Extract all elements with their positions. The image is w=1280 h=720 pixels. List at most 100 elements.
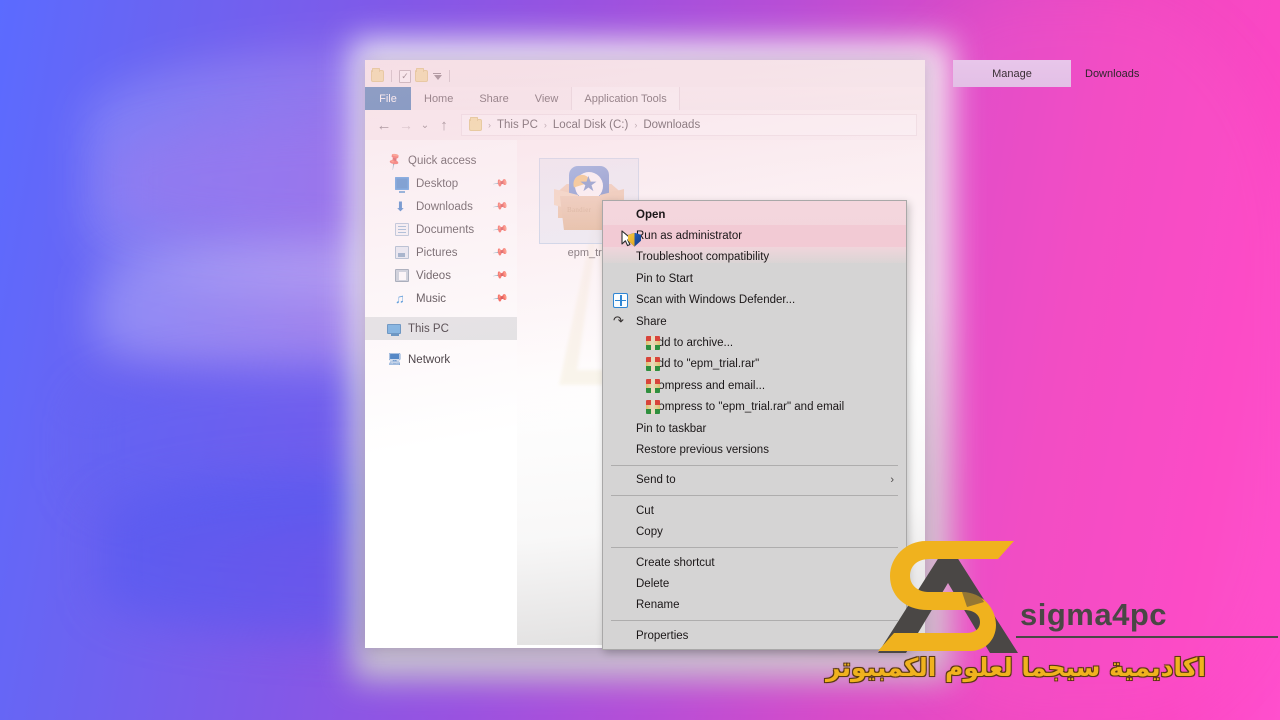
recent-locations-button[interactable]: ⌄	[417, 113, 433, 137]
window-title: Downloads	[1071, 60, 1280, 87]
menu-item-label: Troubleshoot compatibility	[636, 251, 770, 264]
winrar-icon	[646, 357, 660, 372]
menu-item-label: Run as administrator	[636, 230, 743, 243]
contextual-tab-group-manage[interactable]: Manage	[953, 60, 1071, 87]
sidebar-item-quick-access[interactable]: 📌 Quick access	[365, 149, 517, 172]
sidebar-item-downloads[interactable]: ⬇ Downloads 📌	[365, 195, 517, 218]
menu-item-compress-to-rar-and-email[interactable]: Compress to "epm_trial.rar" and email	[603, 397, 906, 418]
tab-home[interactable]: Home	[411, 87, 466, 110]
tab-application-tools[interactable]: Application Tools	[571, 87, 680, 110]
tab-share[interactable]: Share	[466, 87, 521, 110]
menu-item-properties[interactable]: Properties	[603, 625, 906, 646]
pin-icon[interactable]: 📌	[492, 290, 509, 306]
breadcrumb[interactable]: › This PC › Local Disk (C:) › Downloads	[461, 114, 917, 136]
menu-item-create-shortcut[interactable]: Create shortcut	[603, 552, 906, 573]
winrar-icon	[646, 378, 660, 393]
menu-item-label: Add to "epm_trial.rar"	[650, 358, 760, 371]
new-folder-icon[interactable]	[415, 68, 428, 82]
winrar-icon	[646, 336, 660, 351]
logo-arabic-tagline: اكاديمية سيجما لعلوم الكمبيوتر	[826, 653, 1206, 682]
chevron-right-icon: ›	[890, 474, 894, 487]
menu-item-label: Add to archive...	[650, 337, 734, 350]
sidebar-item-label: Network	[408, 353, 451, 366]
pin-icon[interactable]: 📌	[492, 198, 509, 214]
music-icon: ♫	[395, 291, 405, 306]
chevron-down-icon[interactable]	[432, 72, 442, 80]
forward-button[interactable]: →	[395, 113, 417, 137]
sidebar-item-videos[interactable]: Videos 📌	[365, 264, 517, 287]
sidebar-item-label: This PC	[408, 322, 449, 335]
sidebar-item-label: Desktop	[416, 177, 459, 190]
quick-access-toolbar: ✓	[365, 60, 453, 87]
tab-share-label: Share	[479, 92, 509, 105]
tab-home-label: Home	[424, 92, 454, 105]
sidebar-item-label: Videos	[416, 269, 451, 282]
logo-brand-text: sigma4pc	[1020, 597, 1168, 632]
menu-item-restore-previous-versions[interactable]: Restore previous versions	[603, 439, 906, 460]
menu-item-add-to-rar[interactable]: Add to "epm_trial.rar"	[603, 354, 906, 375]
sidebar-item-this-pc[interactable]: This PC	[365, 317, 517, 340]
breadcrumb-separator-3: ›	[634, 120, 638, 130]
menu-item-send-to[interactable]: Send to ›	[603, 470, 906, 491]
pin-icon[interactable]: 📌	[492, 267, 509, 283]
sidebar-item-label: Music	[416, 292, 447, 305]
menu-separator-2	[611, 495, 898, 497]
menu-item-label: Share	[636, 315, 667, 328]
pin-icon[interactable]: 📌	[492, 221, 509, 237]
sigma4pc-logo: sigma4pc اكاديمية سيجما لعلوم الكمبيوتر	[826, 535, 1278, 715]
menu-item-label: Cut	[636, 504, 654, 517]
context-menu[interactable]: Open Run as administrator Troubleshoot c…	[602, 200, 907, 651]
menu-item-compress-and-email[interactable]: Compress and email...	[603, 375, 906, 396]
menu-item-label: Delete	[636, 577, 670, 590]
menu-separator-1	[611, 464, 898, 466]
breadcrumb-local-disk[interactable]: Local Disk (C:)	[553, 119, 628, 131]
menu-item-delete[interactable]: Delete	[603, 573, 906, 594]
windows-defender-icon	[613, 292, 628, 308]
menu-item-cut[interactable]: Cut	[603, 500, 906, 521]
tab-file[interactable]: File	[365, 87, 411, 110]
menu-item-pin-to-start[interactable]: Pin to Start	[603, 268, 906, 289]
sidebar-item-pictures[interactable]: Pictures 📌	[365, 241, 517, 264]
sidebar-item-network[interactable]: 🖥 Network	[365, 348, 517, 371]
tab-view[interactable]: View	[522, 87, 572, 110]
mouse-cursor-icon	[621, 230, 641, 249]
pictures-icon	[395, 246, 409, 259]
sidebar-item-desktop[interactable]: Desktop 📌	[365, 172, 517, 195]
sidebar-item-documents[interactable]: Documents 📌	[365, 218, 517, 241]
title-bar: ✓ Manage Downloads	[365, 60, 1139, 87]
this-pc-icon	[387, 324, 401, 336]
tab-file-label: File	[379, 92, 397, 105]
menu-item-label: Scan with Windows Defender...	[636, 294, 796, 307]
menu-item-label: Compress and email...	[650, 379, 766, 392]
menu-item-label: Copy	[636, 526, 663, 539]
menu-item-label: Create shortcut	[636, 556, 715, 569]
menu-item-add-to-archive[interactable]: Add to archive...	[603, 332, 906, 353]
menu-item-pin-to-taskbar[interactable]: Pin to taskbar	[603, 418, 906, 439]
pin-icon[interactable]: 📌	[492, 244, 509, 260]
qat-divider-2	[449, 70, 450, 82]
folder-icon[interactable]	[371, 68, 384, 82]
menu-item-open[interactable]: Open	[603, 204, 906, 225]
breadcrumb-downloads[interactable]: Downloads	[643, 119, 700, 131]
contextual-tab-label: Manage	[992, 67, 1032, 80]
downloads-icon: ⬇	[395, 199, 406, 214]
breadcrumb-separator: ›	[488, 120, 491, 130]
back-button[interactable]: ←	[373, 113, 395, 137]
tab-view-label: View	[534, 92, 559, 105]
up-arrow-icon: ↑	[440, 116, 448, 134]
winrar-icon	[646, 400, 660, 415]
menu-item-run-as-administrator[interactable]: Run as administrator	[603, 225, 906, 249]
breadcrumb-this-pc[interactable]: This PC	[497, 119, 538, 131]
pin-icon[interactable]: 📌	[492, 175, 509, 191]
properties-icon[interactable]: ✓	[399, 69, 411, 83]
menu-item-share[interactable]: ↷ Share	[603, 311, 906, 332]
menu-item-label: Send to	[636, 474, 676, 487]
ribbon-tab-bar: File Home Share View Application Tools	[365, 87, 925, 110]
menu-item-copy[interactable]: Copy	[603, 521, 906, 542]
sidebar-item-music[interactable]: ♫ Music 📌	[365, 287, 517, 310]
menu-item-rename[interactable]: Rename	[603, 595, 906, 616]
menu-item-troubleshoot-compatibility[interactable]: Troubleshoot compatibility	[603, 247, 906, 268]
navigation-pane: 📌 Quick access Desktop 📌 ⬇ Downloads 📌 D…	[365, 140, 517, 645]
menu-item-scan-with-windows-defender[interactable]: Scan with Windows Defender...	[603, 290, 906, 311]
up-button[interactable]: ↑	[433, 113, 455, 137]
